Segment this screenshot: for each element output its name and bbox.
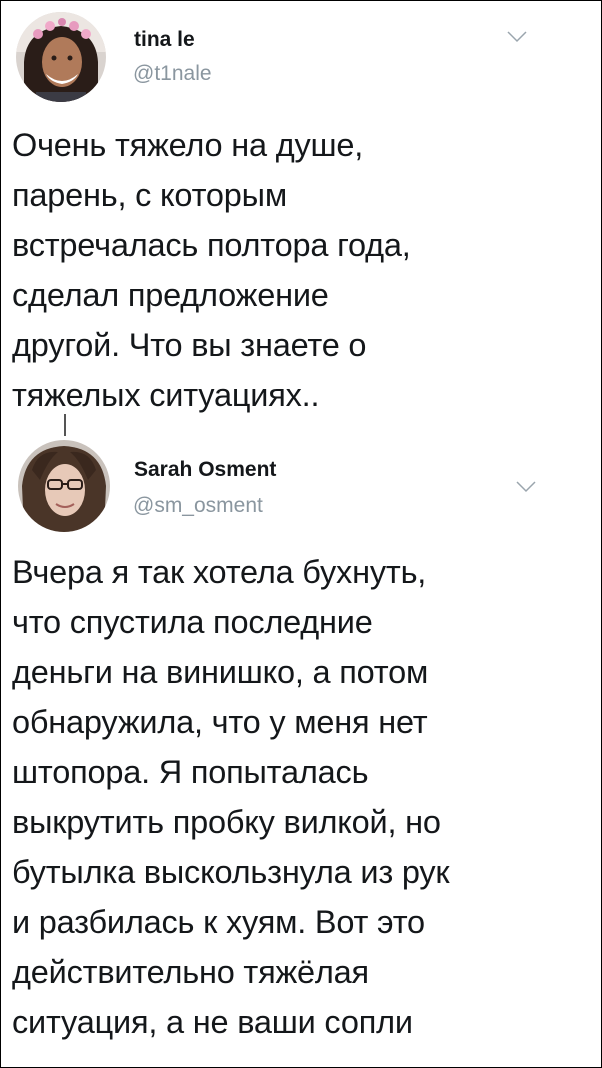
avatar[interactable] — [18, 440, 110, 532]
tweet-text-line: действительно тяжёлая — [12, 954, 369, 990]
tweet-text-line: что спустила последние — [12, 604, 373, 640]
tweet-text-line: Вчера я так хотела бухнуть, — [12, 554, 427, 590]
chevron-down-icon[interactable] — [515, 480, 537, 494]
tweet-text-line: другой. Что вы знаете о — [12, 327, 367, 363]
tweet-text-line: встречалась полтора года, — [12, 227, 411, 263]
tweet-text-line: штопора. Я попыталась — [12, 754, 369, 790]
tweet-text-line: Очень тяжело на душе, — [12, 127, 364, 163]
tweet-text-line: и разбилась к хуям. Вот это — [12, 904, 425, 940]
tweet-text-line: обнаружила, что у меня нет — [12, 704, 428, 740]
author-name[interactable]: tina le — [134, 28, 195, 52]
tweet-text-line: ситуация, а не ваши сопли — [12, 1004, 413, 1040]
tweet-text: Очень тяжело на душе, парень, с которым … — [12, 120, 592, 420]
tweet-text-line: бутылка выскользнула из рук — [12, 854, 450, 890]
tweet-text-line: деньги на винишко, а потом — [12, 654, 429, 690]
chevron-down-icon[interactable] — [506, 30, 528, 44]
author-name[interactable]: Sarah Osment — [134, 458, 276, 482]
tweet-text: Вчера я так хотела бухнуть, что спустила… — [12, 547, 592, 1047]
thread-connector — [64, 414, 66, 436]
author-handle[interactable]: @sm_osment — [133, 494, 263, 518]
tweet-text-line: выкрутить пробку вилкой, но — [12, 804, 441, 840]
tweet-text-line: парень, с которым — [12, 177, 287, 213]
tweet-text-line: сделал предложение — [12, 277, 329, 313]
avatar[interactable] — [16, 12, 106, 102]
author-handle[interactable]: @t1nale — [133, 62, 212, 86]
tweet-text-line: тяжелых ситуациях.. — [12, 377, 320, 413]
